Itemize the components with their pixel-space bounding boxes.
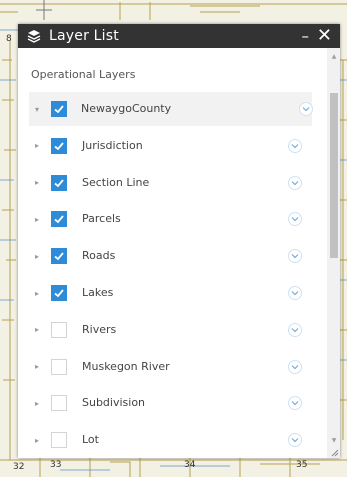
map-section-label: 33	[50, 460, 62, 470]
map-section-label: 32	[13, 462, 25, 472]
expand-arrow-icon[interactable]: ▸	[33, 289, 41, 298]
layer-label: Subdivision	[82, 396, 146, 410]
checkmark-icon	[54, 179, 64, 187]
layer-label: NewaygoCounty	[81, 102, 172, 115]
layer-label: Rivers	[82, 322, 117, 336]
minimize-button[interactable]: –	[302, 27, 310, 45]
map-section-label: 35	[296, 460, 308, 470]
layer-row[interactable]: ▸ Rivers	[18, 313, 325, 347]
expand-arrow-icon[interactable]: ▸	[33, 399, 41, 408]
scroll-down-arrow-icon[interactable]: ▼	[330, 436, 338, 444]
chevron-down-icon	[291, 254, 299, 259]
chevron-down-icon	[291, 401, 299, 406]
layer-menu-button[interactable]	[288, 359, 302, 374]
layer-label: Roads	[82, 249, 116, 263]
scrollbar-thumb[interactable]	[330, 93, 338, 258]
layer-row[interactable]: ▸ Jurisdiction	[18, 129, 325, 163]
layer-menu-button[interactable]	[288, 433, 302, 448]
layer-label: Parcels	[82, 212, 121, 226]
layer-label: Jurisdiction	[82, 138, 143, 152]
scrollbar[interactable]: ▲ ▼	[327, 48, 340, 458]
layer-menu-button[interactable]	[288, 322, 302, 337]
resize-handle-icon[interactable]	[330, 448, 339, 457]
layer-row[interactable]: ▸ Muskegon River	[18, 350, 325, 384]
layer-menu-button[interactable]	[288, 286, 302, 300]
layer-row[interactable]: ▸ Section Line	[18, 166, 325, 200]
expand-arrow-icon[interactable]: ▸	[33, 325, 41, 334]
checkmark-icon	[54, 142, 64, 151]
layer-visibility-checkbox[interactable]	[51, 248, 67, 265]
chevron-down-icon	[291, 180, 299, 185]
layer-label: Lot	[82, 433, 99, 447]
layer-menu-button[interactable]	[288, 175, 302, 190]
layer-row[interactable]: ▸ Lot	[18, 423, 325, 457]
scroll-up-arrow-icon[interactable]: ▲	[330, 52, 338, 60]
layer-row[interactable]: ▸ Subdivision	[18, 386, 325, 420]
layer-row[interactable]: ▸ Lakes	[18, 276, 325, 310]
checkmark-icon	[54, 215, 64, 224]
collapse-arrow-icon[interactable]: ▾	[33, 105, 41, 114]
layers-icon	[27, 29, 41, 43]
checkmark-icon	[54, 289, 64, 298]
layer-list-panel: Layer List – ✕ Operational Layers ▾ Neway…	[18, 24, 340, 458]
layer-visibility-checkbox[interactable]	[51, 321, 67, 338]
layer-visibility-checkbox[interactable]	[51, 137, 67, 154]
layer-visibility-checkbox[interactable]	[51, 101, 67, 117]
layer-label: Lakes	[82, 286, 114, 299]
chevron-down-icon	[302, 107, 310, 112]
layer-label: Muskegon River	[82, 359, 170, 373]
layer-visibility-checkbox[interactable]	[51, 432, 67, 449]
expand-arrow-icon[interactable]: ▸	[33, 362, 41, 371]
layer-menu-button[interactable]	[299, 102, 313, 116]
chevron-down-icon	[291, 327, 299, 333]
expand-arrow-icon[interactable]: ▸	[33, 252, 41, 261]
chevron-down-icon	[291, 291, 299, 296]
expand-arrow-icon[interactable]: ▸	[33, 436, 41, 445]
chevron-down-icon	[291, 364, 299, 369]
layer-menu-button[interactable]	[288, 249, 302, 264]
layer-visibility-checkbox[interactable]	[51, 211, 67, 228]
layer-visibility-checkbox[interactable]	[51, 358, 67, 375]
panel-titlebar[interactable]: Layer List – ✕	[18, 24, 340, 48]
layer-menu-button[interactable]	[288, 138, 302, 153]
close-button[interactable]: ✕	[317, 25, 332, 46]
checkmark-icon	[54, 105, 64, 114]
map-section-label: 8	[6, 34, 12, 44]
layer-visibility-checkbox[interactable]	[51, 174, 67, 191]
expand-arrow-icon[interactable]: ▸	[33, 178, 41, 187]
section-label: Operational Layers	[31, 68, 136, 81]
layer-visibility-checkbox[interactable]	[51, 285, 67, 301]
layer-row[interactable]: ▸ Parcels	[18, 202, 325, 236]
checkmark-icon	[54, 252, 64, 261]
expand-arrow-icon[interactable]: ▸	[33, 141, 41, 150]
layer-menu-button[interactable]	[288, 212, 302, 227]
layer-row[interactable]: ▸ Roads	[18, 239, 325, 273]
expand-arrow-icon[interactable]: ▸	[33, 215, 41, 224]
layer-visibility-checkbox[interactable]	[51, 395, 67, 412]
map-section-label: 34	[184, 460, 196, 470]
layer-label: Section Line	[82, 175, 150, 189]
panel-title: Layer List	[49, 28, 119, 44]
chevron-down-icon	[291, 438, 299, 443]
chevron-down-icon	[291, 143, 299, 149]
layer-group-row[interactable]: ▾ NewaygoCounty	[29, 92, 313, 126]
layer-menu-button[interactable]	[288, 396, 302, 411]
chevron-down-icon	[291, 217, 299, 222]
